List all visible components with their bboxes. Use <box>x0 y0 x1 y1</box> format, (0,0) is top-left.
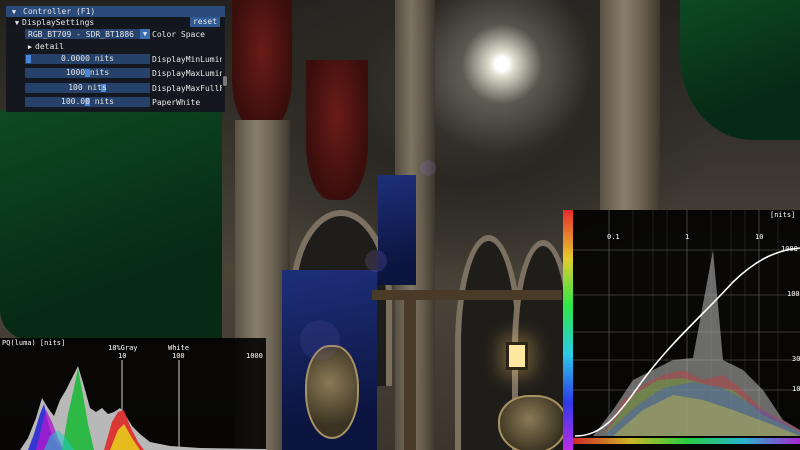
histogram-plot <box>20 360 266 450</box>
detail-label: detail <box>35 42 64 51</box>
stone-pillar-right <box>600 0 660 210</box>
display-max-luminance-slider[interactable]: 1000 nits <box>25 68 150 78</box>
controller-scrollbar[interactable] <box>223 76 227 86</box>
detail-tree-node[interactable]: ▶ detail <box>25 41 64 52</box>
x-tick-2: 10 <box>755 233 764 241</box>
display-min-luminance-slider[interactable]: 0.0000 nits <box>25 54 150 64</box>
slider-value: 100 nits <box>68 83 107 92</box>
lens-flare-3 <box>300 320 340 360</box>
collapse-arrow-icon[interactable]: ▼ <box>9 8 19 16</box>
lens-flare-1 <box>365 250 387 272</box>
hanging-lantern <box>506 342 528 370</box>
tree-open-arrow-icon[interactable]: ▼ <box>12 19 22 27</box>
x-tick-0: 0.1 <box>607 233 620 241</box>
wooden-post <box>404 290 416 450</box>
shield-ornament-right <box>498 395 567 450</box>
green-banner-left <box>0 110 222 340</box>
tone-curve-plot <box>563 210 800 450</box>
controller-titlebar[interactable]: ▼ Controller (F1) <box>6 6 225 17</box>
display-min-luminance-label: DisplayMinLumin <box>152 55 222 64</box>
paper-white-label: PaperWhite <box>152 98 201 107</box>
chevron-down-icon[interactable]: ▼ <box>140 29 150 39</box>
tree-closed-arrow-icon[interactable]: ▶ <box>25 43 35 51</box>
slider-value: 100.00 nits <box>61 97 114 106</box>
x-tick-1: 1 <box>685 233 690 241</box>
y-tick-3: 10 <box>792 385 800 393</box>
slider-value: 1000 nits <box>65 68 110 77</box>
slider-value: 0.0000 nits <box>61 54 114 63</box>
displaysettings-header[interactable]: ▼ DisplaySettings <box>12 17 94 28</box>
red-banner-left <box>232 0 292 130</box>
green-banner-right <box>680 0 800 140</box>
tone-curve-histogram: [nits] 0.1 1 10 1000 100 30 10 <box>563 210 800 450</box>
display-max-luminance-label: DisplayMaxLumin <box>152 69 222 78</box>
color-space-label: Color Space <box>152 30 205 39</box>
pq-luma-histogram: PQ(luma) [nits] 18%Gray 10 White 100 100… <box>0 338 266 450</box>
controller-window: ▼ Controller (F1) ▼ DisplaySettings rese… <box>6 6 227 112</box>
red-banner-center <box>306 60 368 200</box>
y-tick-0: 1000 <box>781 245 798 253</box>
color-space-value: RGB_BT709 - SDR_BT1886 <box>28 29 134 39</box>
lens-flare-2 <box>420 160 436 176</box>
display-max-full-frame-label: DisplayMaxFullF <box>152 84 222 93</box>
y-tick-1: 100 <box>787 290 800 298</box>
color-space-combo[interactable]: RGB_BT709 - SDR_BT1886 ▼ <box>25 29 150 39</box>
displaysettings-label: DisplaySettings <box>22 18 95 27</box>
paper-white-slider[interactable]: 100.00 nits <box>25 97 150 107</box>
controller-title: Controller (F1) <box>23 7 96 16</box>
wooden-beam <box>372 290 562 300</box>
y-tick-2: 30 <box>792 355 800 363</box>
display-max-full-frame-slider[interactable]: 100 nits <box>25 83 150 93</box>
reset-button[interactable]: reset <box>190 17 220 27</box>
unit-label: [nits] <box>770 211 796 219</box>
